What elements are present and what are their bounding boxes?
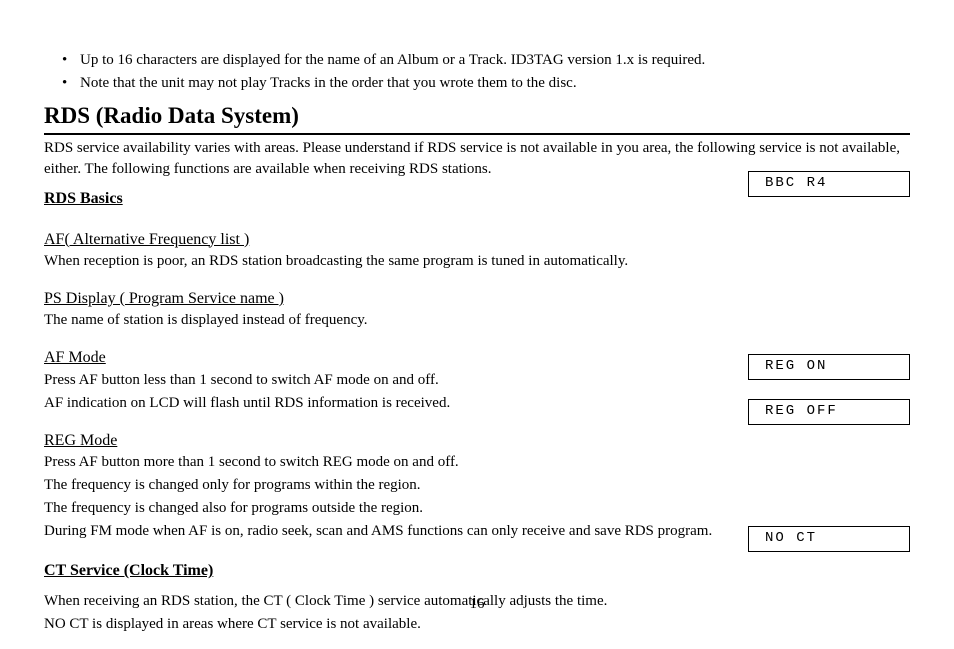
- ct-service-line2: NO CT is displayed in areas where CT ser…: [44, 614, 910, 635]
- lcd-display-reg-on: REG ON: [748, 354, 910, 380]
- heading-ct-service: CT Service (Clock Time): [44, 560, 910, 582]
- bullet-text: Note that the unit may not play Tracks i…: [80, 73, 577, 94]
- af-list-body: When reception is poor, an RDS station b…: [44, 251, 734, 272]
- bullet-dot-icon: •: [62, 50, 70, 71]
- page-number: 16: [0, 594, 954, 615]
- heading-reg-mode: REG Mode: [44, 430, 734, 452]
- bullet-list: • Up to 16 characters are displayed for …: [62, 50, 910, 94]
- reg-mode-line2: The frequency is changed only for progra…: [44, 475, 734, 496]
- lcd-display-reg-off: REG OFF: [748, 399, 910, 425]
- af-mode-line2: AF indication on LCD will flash until RD…: [44, 393, 734, 414]
- af-mode-line1: Press AF button less than 1 second to sw…: [44, 370, 734, 391]
- heading-af-list: AF( Alternative Frequency list ): [44, 229, 734, 251]
- heading-af-mode: AF Mode: [44, 347, 734, 369]
- ps-display-body: The name of station is displayed instead…: [44, 310, 734, 331]
- section-title-rds: RDS (Radio Data System): [44, 100, 910, 135]
- bullet-dot-icon: •: [62, 73, 70, 94]
- reg-mode-line1: Press AF button more than 1 second to sw…: [44, 452, 734, 473]
- lcd-display-no-ct: NO CT: [748, 526, 910, 552]
- heading-ps-display: PS Display ( Program Service name ): [44, 288, 734, 310]
- bullet-item: • Up to 16 characters are displayed for …: [62, 50, 910, 71]
- reg-mode-line3: The frequency is changed also for progra…: [44, 498, 734, 519]
- lcd-display-bbc: BBC R4: [748, 171, 910, 197]
- bullet-text: Up to 16 characters are displayed for th…: [80, 50, 705, 71]
- bullet-item: • Note that the unit may not play Tracks…: [62, 73, 910, 94]
